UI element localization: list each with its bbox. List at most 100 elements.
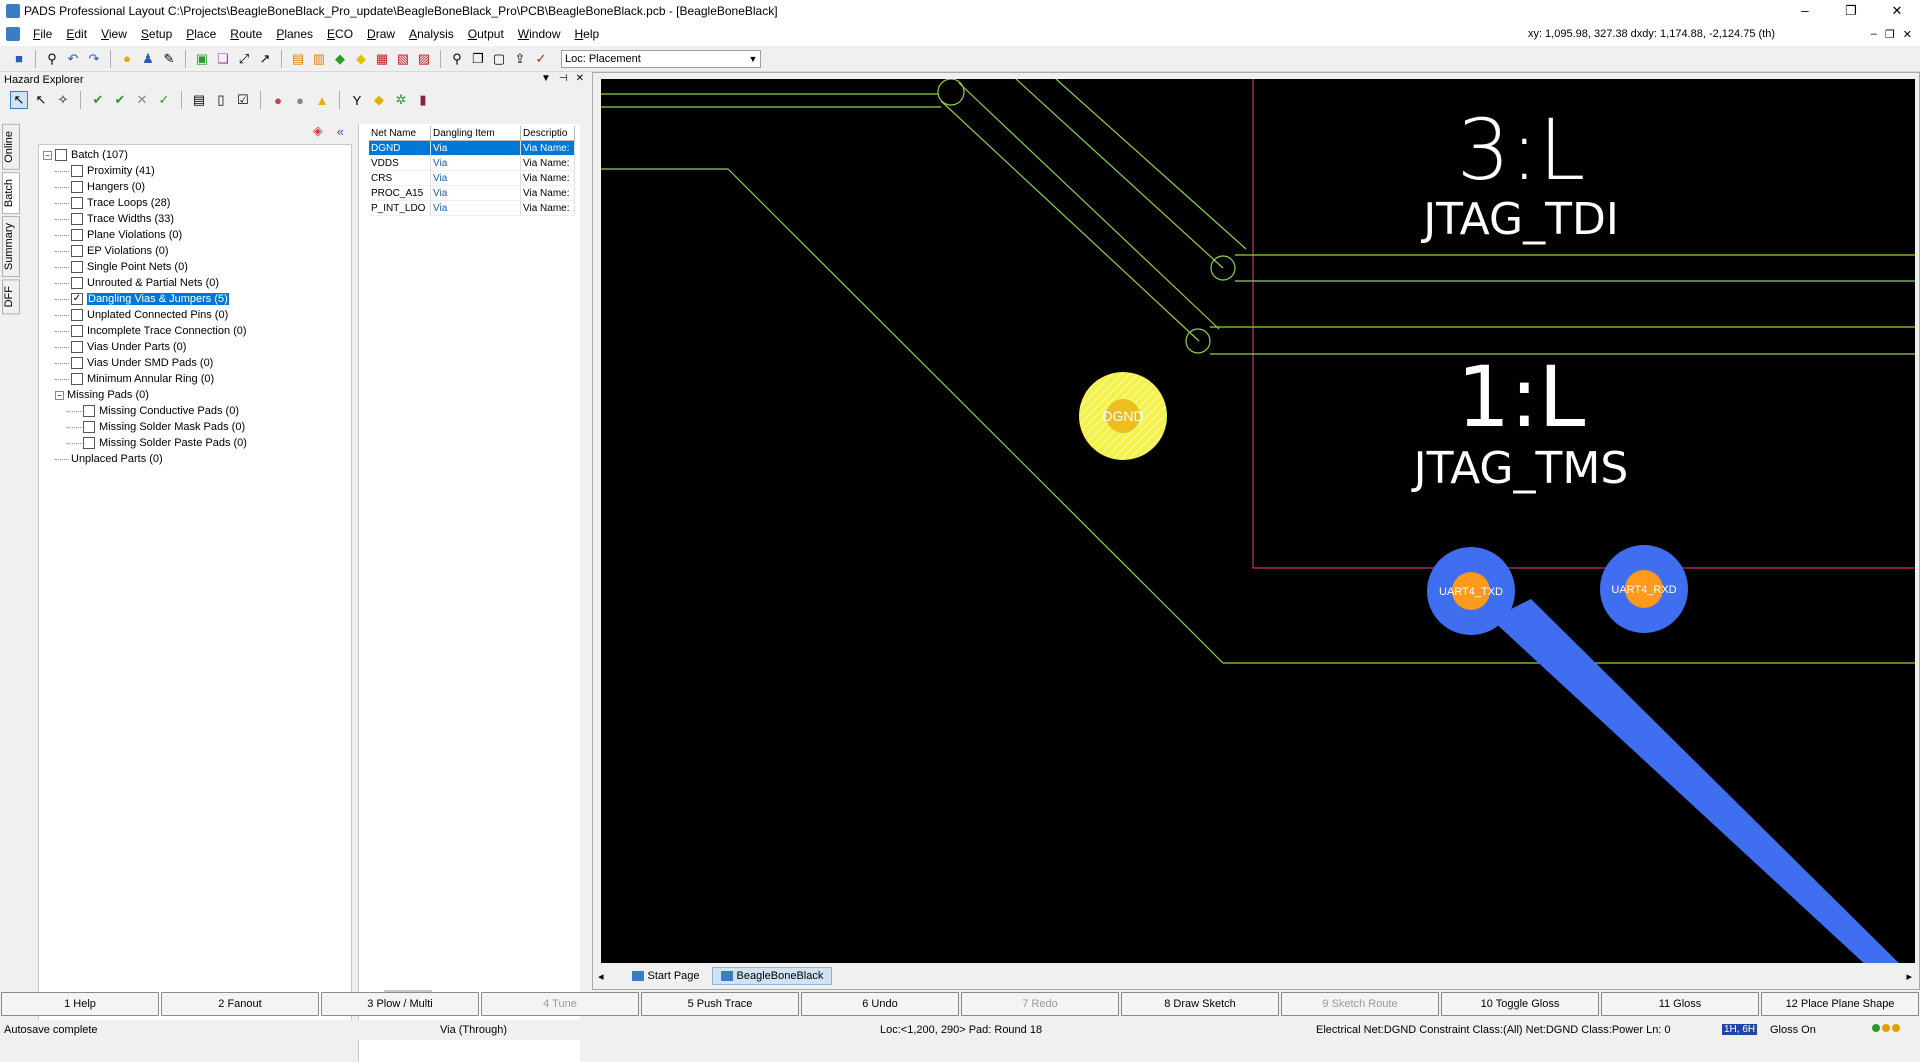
- fkey-button[interactable]: 9 Sketch Route: [1281, 992, 1439, 1016]
- zoom-icon[interactable]: ⚲: [448, 50, 466, 68]
- tab-beagleboneblack[interactable]: BeagleBoneBlack: [711, 967, 833, 985]
- display-icon[interactable]: ▢: [490, 50, 508, 68]
- tree-node[interactable]: Unplaced Parts (0): [39, 451, 351, 467]
- tree-node[interactable]: Unplated Connected Pins (0): [39, 307, 351, 323]
- fkey-button[interactable]: 2 Fanout: [161, 992, 319, 1016]
- tab-scroll-left-icon[interactable]: ◂: [598, 970, 604, 983]
- warning-icon[interactable]: ▲: [313, 91, 331, 109]
- fkey-button[interactable]: 10 Toggle Gloss: [1441, 992, 1599, 1016]
- tab-dff[interactable]: DFF: [2, 279, 20, 315]
- doc-icon[interactable]: ▯: [212, 91, 230, 109]
- tab-scroll-right-icon[interactable]: ▸: [1906, 970, 1912, 983]
- reject-icon[interactable]: ✕: [133, 91, 151, 109]
- check-icon[interactable]: ✓: [532, 50, 550, 68]
- part-icon[interactable]: ▤: [289, 50, 307, 68]
- chevron-down-icon[interactable]: ▼: [746, 54, 760, 64]
- tree-checkbox[interactable]: [71, 277, 83, 289]
- sketch-icon[interactable]: ▥: [310, 50, 328, 68]
- tree-checkbox[interactable]: ✓: [71, 293, 83, 305]
- globe-icon[interactable]: ●: [291, 91, 309, 109]
- tree-checkbox[interactable]: [71, 165, 83, 177]
- tree-node[interactable]: Unrouted & Partial Nets (0): [39, 275, 351, 291]
- mdi-restore-button[interactable]: ❐: [1885, 28, 1895, 41]
- book-icon[interactable]: ▮: [414, 91, 432, 109]
- dff-icon[interactable]: ▨: [415, 50, 433, 68]
- pin-icon[interactable]: ⊣: [559, 73, 568, 84]
- fkey-button[interactable]: 5 Push Trace: [641, 992, 799, 1016]
- table-row[interactable]: PROC_A15 Via Via Name:: [369, 186, 575, 201]
- expander-icon[interactable]: −: [43, 150, 52, 160]
- people-icon[interactable]: ♟: [139, 50, 157, 68]
- fkey-button[interactable]: 11 Gloss: [1601, 992, 1759, 1016]
- fkey-button[interactable]: 12 Place Plane Shape: [1761, 992, 1919, 1016]
- undo-icon[interactable]: ↶: [64, 50, 82, 68]
- board-icon[interactable]: ▣: [193, 50, 211, 68]
- menu-route[interactable]: Route: [223, 27, 269, 41]
- route-icon[interactable]: ↗: [256, 50, 274, 68]
- select-plus-icon[interactable]: ↖: [32, 91, 50, 109]
- tree-node[interactable]: EP Violations (0): [39, 243, 351, 259]
- tab-online[interactable]: Online: [2, 124, 20, 170]
- tree-node[interactable]: Trace Loops (28): [39, 195, 351, 211]
- tree-checkbox[interactable]: [71, 181, 83, 193]
- tree-node[interactable]: Missing Conductive Pads (0): [39, 403, 351, 419]
- tree-checkbox[interactable]: [83, 405, 95, 417]
- tree-checkbox[interactable]: [83, 421, 95, 433]
- hazard-tree[interactable]: − Batch (107) Proximity (41) Hangers (0) Tra…: [38, 144, 352, 1022]
- menu-eco[interactable]: ECO: [320, 27, 360, 41]
- close-button[interactable]: ✕: [1874, 0, 1920, 22]
- filter-icon[interactable]: Y: [348, 91, 366, 109]
- panel-dropdown-icon[interactable]: ▼: [541, 73, 551, 84]
- tree-checkbox[interactable]: [71, 213, 83, 225]
- approve-icon[interactable]: ✔: [89, 91, 107, 109]
- checklist-icon[interactable]: ☑: [234, 91, 252, 109]
- menu-planes[interactable]: Planes: [269, 27, 320, 41]
- tree-checkbox[interactable]: [55, 149, 67, 161]
- tree-node[interactable]: − Batch (107): [39, 147, 351, 163]
- layers-icon[interactable]: ❐: [469, 50, 487, 68]
- menu-file[interactable]: File: [26, 27, 59, 41]
- restore-button[interactable]: ❐: [1828, 0, 1874, 22]
- refresh-icon[interactable]: ◈: [313, 123, 323, 139]
- move-icon[interactable]: ⤢: [235, 50, 253, 68]
- menu-edit[interactable]: Edit: [59, 27, 94, 41]
- table-row[interactable]: DGND Via Via Name:: [369, 141, 575, 156]
- tree-checkbox[interactable]: [71, 197, 83, 209]
- tree-node[interactable]: Proximity (41): [39, 163, 351, 179]
- tree-node[interactable]: Minimum Annular Ring (0): [39, 371, 351, 387]
- pencil-icon[interactable]: ✎: [160, 50, 178, 68]
- save-icon[interactable]: ■: [10, 50, 28, 68]
- diamond-icon[interactable]: ◆: [370, 91, 388, 109]
- tree-checkbox[interactable]: [71, 261, 83, 273]
- tree-checkbox[interactable]: [71, 357, 83, 369]
- mdi-close-button[interactable]: ✕: [1903, 28, 1912, 41]
- fkey-button[interactable]: 3 Plow / Multi: [321, 992, 479, 1016]
- tree-checkbox[interactable]: [71, 341, 83, 353]
- menu-place[interactable]: Place: [179, 27, 223, 41]
- mdi-minimize-button[interactable]: –: [1871, 28, 1877, 41]
- tree-node[interactable]: ✓ Dangling Vias & Jumpers (5): [39, 291, 351, 307]
- tree-checkbox[interactable]: [71, 245, 83, 257]
- header-net-name[interactable]: Net Name: [369, 126, 431, 141]
- redo-icon[interactable]: ↷: [85, 50, 103, 68]
- collapse-icon[interactable]: «: [337, 124, 344, 139]
- tree-checkbox[interactable]: [71, 373, 83, 385]
- tree-node[interactable]: Trace Widths (33): [39, 211, 351, 227]
- tree-node[interactable]: Missing Solder Mask Pads (0): [39, 419, 351, 435]
- fkey-button[interactable]: 8 Draw Sketch: [1121, 992, 1279, 1016]
- table-row[interactable]: P_INT_LDO Via Via Name:: [369, 201, 575, 216]
- diamond-yellow-icon[interactable]: ◆: [352, 50, 370, 68]
- locale-combo[interactable]: Loc: Placement ▼: [561, 49, 761, 68]
- menu-draw[interactable]: Draw: [360, 27, 402, 41]
- diamond-green-icon[interactable]: ◆: [331, 50, 349, 68]
- export-icon[interactable]: ⇪: [511, 50, 529, 68]
- tree-node[interactable]: Missing Solder Paste Pads (0): [39, 435, 351, 451]
- menu-view[interactable]: View: [94, 27, 134, 41]
- approve-all-icon[interactable]: ✔: [111, 91, 129, 109]
- minimize-button[interactable]: –: [1782, 0, 1828, 22]
- header-dangling-item[interactable]: Dangling Item: [431, 126, 521, 141]
- tree-node[interactable]: Vias Under SMD Pads (0): [39, 355, 351, 371]
- color-wheel-icon[interactable]: ●: [269, 91, 287, 109]
- pcb-canvas[interactable]: UART4_TXD UART4_RXD DGND 3:L JTAG_TDI 1:…: [601, 79, 1915, 963]
- fkey-button[interactable]: 4 Tune: [481, 992, 639, 1016]
